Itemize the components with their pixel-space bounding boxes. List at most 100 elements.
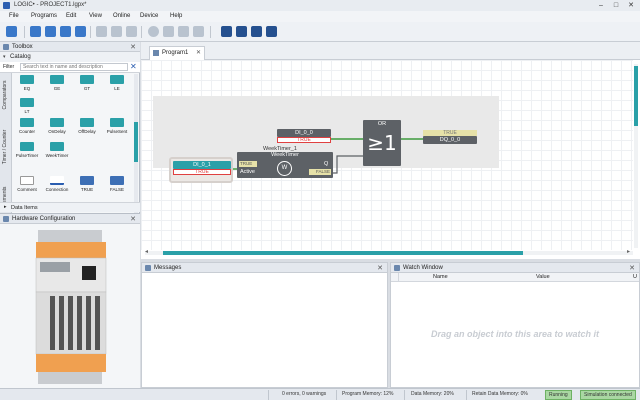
messages-panel: Messages ✕ [141,262,388,388]
toolbar-separator [141,26,142,38]
column-value[interactable]: Value [536,274,550,280]
filter-input[interactable] [20,63,128,71]
tool-weektimer[interactable]: WeekTimer [44,142,70,164]
scroll-left-icon[interactable]: ◂ [145,248,148,255]
zoom-out-icon[interactable] [45,26,56,37]
plc-device-image[interactable] [30,230,110,386]
tool-label: OffDelay [78,129,96,134]
menu-programs[interactable]: Programs [31,13,57,19]
editor-horizontal-scrollbar-thumb[interactable] [163,251,523,255]
tool-true[interactable]: TRUE [74,176,100,198]
eq-icon [20,75,34,84]
di-0-0-name[interactable]: DI_0_0 [277,129,331,137]
clear-filter-icon[interactable]: ✕ [130,62,137,71]
catalog-label: Catalog [10,54,31,60]
close-hardware-icon[interactable]: ✕ [130,215,136,223]
data-items-label: Data Items [11,205,38,211]
new-project-icon[interactable] [6,26,17,37]
ge-icon [50,75,64,84]
tool-lt[interactable]: LT [14,98,40,116]
disconnect-icon[interactable] [178,26,189,37]
tool-offdelay[interactable]: OffDelay [74,118,100,140]
column-name[interactable]: Name [433,274,448,280]
close-watch-icon[interactable]: ✕ [629,264,635,272]
editor-vertical-scrollbar-thumb[interactable] [634,66,638,126]
close-tab-icon[interactable]: ✕ [196,49,201,56]
comment-icon [20,176,34,185]
messages-title: Messages [154,265,182,271]
view-toolbox-icon[interactable] [221,26,232,37]
program-canvas[interactable]: DI_0_1 TRUE DI_0_0 TRUE WeekTimer_1 Week… [141,60,633,250]
connection-icon [50,176,64,185]
transfer-icon[interactable] [193,26,204,37]
close-window-button[interactable]: ✕ [624,1,638,10]
tool-label: Connection [45,187,69,192]
zoom-in-icon[interactable] [30,26,41,37]
menu-view[interactable]: View [89,13,102,19]
status-separator [268,390,269,400]
hardware-config-panel: Hardware Configuration ✕ [0,213,140,388]
tab-program1[interactable]: Program1 ✕ [149,46,205,60]
status-running-badge: Running [545,390,572,400]
run-icon[interactable] [96,26,107,37]
tool-ondelay[interactable]: OnDelay [44,118,70,140]
maximize-button[interactable]: □ [609,1,623,10]
data-items-header[interactable]: ▸ Data Items [0,202,140,212]
menu-file[interactable]: File [9,13,19,19]
menu-online[interactable]: Online [113,13,130,19]
tool-counter[interactable]: Counter [14,118,40,140]
view-messages-icon[interactable] [251,26,262,37]
weektimer-block[interactable]: WeekTimer TRUE Active W Q FALSE [237,152,333,178]
editor-tabstrip: Program1 ✕ [141,42,640,60]
tool-comment[interactable]: Comment [14,176,40,198]
tool-false[interactable]: FALSE [104,176,130,198]
view-hardware-icon[interactable] [236,26,247,37]
close-messages-icon[interactable]: ✕ [377,264,383,272]
column-unit[interactable]: U [633,274,637,280]
messages-icon [145,265,151,271]
status-simulation-badge: Simulation connected [580,390,636,400]
menu-help[interactable]: Help [170,13,182,19]
menu-edit[interactable]: Edit [66,13,76,19]
dq-0-0-name[interactable]: DQ_0_0 [423,136,477,144]
di-0-1-name[interactable]: DI_0_1 [173,161,231,169]
program-icon [153,50,159,56]
weektimer-q-label: Q [324,161,329,167]
scroll-right-icon[interactable]: ▸ [627,248,630,255]
tab-comparators[interactable]: Comparators [0,73,12,117]
tab-timer-counter-label: Timer / Counter [2,129,8,165]
minimize-button[interactable]: – [594,1,608,10]
tool-label: EQ [23,86,31,91]
zoom-fit-icon[interactable] [60,26,71,37]
tool-label: WeekTimer [45,153,69,158]
connect-icon[interactable] [163,26,174,37]
tool-eq[interactable]: EQ [14,75,40,97]
tool-le[interactable]: LE [104,75,130,97]
weektimer-icon [50,142,64,151]
tool-connection[interactable]: Connection [44,176,70,198]
pulsetimer-icon [20,142,34,151]
toolbox-scrollbar-thumb[interactable] [134,122,138,162]
status-program-memory: Program Memory: 12% [342,391,394,397]
app-logo-icon [3,2,10,9]
tool-pulsetimer[interactable]: PulseTimer [14,142,40,164]
menu-device[interactable]: Device [140,13,158,19]
tool-ge[interactable]: GE [44,75,70,97]
tool-pulsesent[interactable]: PulseSent [104,118,130,140]
catalog-header[interactable]: ▾ Catalog [0,52,140,62]
tool-gt[interactable]: GT [74,75,100,97]
or-symbol: ≥1 [367,131,397,155]
hardware-title: Hardware Configuration [12,216,76,222]
view-watch-icon[interactable] [266,26,277,37]
simulation-icon[interactable] [148,26,159,37]
filter-label: Filter [3,64,15,70]
step-icon[interactable] [111,26,122,37]
tab-timer-counter[interactable]: Timer / Counter [0,117,12,177]
watch-icon [394,265,400,271]
status-separator [336,390,337,400]
pause-icon[interactable] [126,26,137,37]
close-toolbox-icon[interactable]: ✕ [130,43,136,51]
le-icon [110,75,124,84]
zoom-reset-icon[interactable] [75,26,86,37]
or-block[interactable]: OR ≥1 [363,120,401,166]
